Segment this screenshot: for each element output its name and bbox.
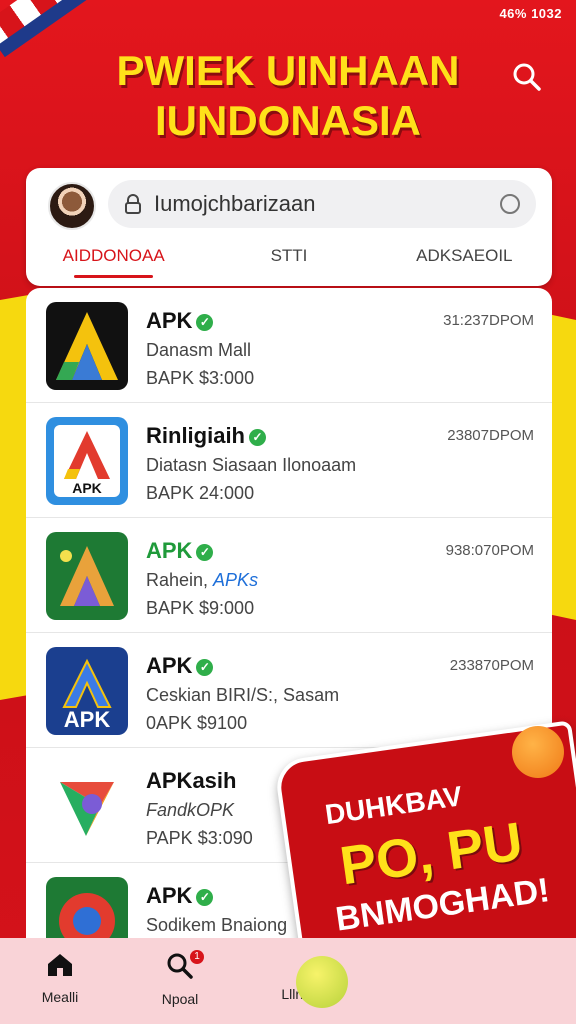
page-title: PWIEK UINHAAN IUNDONASIA — [0, 46, 576, 146]
apk-green-icon — [46, 532, 128, 620]
svg-text:APK: APK — [72, 480, 102, 496]
tab-bar: AIDDONOAA STTI ADKSAEOIL — [26, 238, 552, 284]
search-icon[interactable] — [512, 62, 542, 92]
app-desc: Sodikem Bnaiong — [146, 915, 288, 935]
app-name: APK ✓ — [146, 308, 214, 334]
verified-icon: ✓ — [196, 658, 214, 676]
tab-aiddonoaa[interactable]: AIDDONOAA — [26, 238, 201, 284]
list-item[interactable]: APK ✓ Rahein, APKs BAPK $9:000 938:070POM — [26, 518, 552, 633]
app-desc: Diatasn Siasaan Ilonoaam — [146, 455, 357, 475]
status-bar: 46% 1032 — [499, 6, 562, 21]
list-item[interactable]: APK ✓ Danasm Mall BAPK $3:000 31:237DPOM — [26, 288, 552, 403]
smile-emoji-icon — [512, 726, 564, 778]
verified-icon: ✓ — [196, 543, 214, 561]
search-input-value: Iumojchbarizaan — [154, 191, 316, 216]
list-item[interactable]: APK APK ✓ Ceskian BIRI/S:, Sasam 0APK $91… — [26, 633, 552, 748]
nav-home[interactable]: Mealli — [0, 938, 120, 1024]
app-name: APK ✓ — [146, 883, 214, 909]
app-name: Rinligiaih ✓ — [146, 423, 266, 449]
app-desc: Danasm Mall — [146, 340, 252, 360]
nav-search-label: Npoal — [161, 991, 199, 1007]
verified-icon: ✓ — [196, 888, 214, 906]
app-price: BAPK $9:000 — [146, 598, 255, 618]
app-desc: Rahein, APKs — [146, 570, 259, 590]
search-input[interactable]: Iumojchbarizaan — [108, 180, 536, 228]
bottom-nav: Mealli 1 Npoal Lllrmy — [0, 938, 576, 1024]
app-desc: Ceskian BIRI/S:, Sasam — [146, 685, 340, 705]
avatar[interactable] — [48, 182, 96, 230]
app-date: 938:070POM — [445, 542, 534, 559]
app-name: APK ✓ — [146, 653, 214, 679]
svg-text:APK: APK — [64, 707, 111, 732]
home-icon — [48, 954, 72, 976]
app-price: BAPK $3:000 — [146, 368, 255, 388]
smile-icon — [296, 956, 348, 1008]
nav-home-label: Mealli — [41, 989, 79, 1005]
search-card: Iumojchbarizaan AIDDONOAA STTI ADKSAEOIL — [26, 168, 552, 286]
app-desc: FandkOPK — [146, 800, 235, 820]
nav-search[interactable]: 1 Npoal — [120, 938, 240, 1024]
app-name: APK ✓ — [146, 538, 214, 564]
app-price: PAPK $3:090 — [146, 828, 253, 848]
app-price: BAPK 24:000 — [146, 483, 255, 503]
lock-icon — [125, 194, 141, 214]
title-line-1: PWIEK UINHAAN — [116, 47, 460, 94]
apk-navy-icon: APK — [46, 647, 128, 735]
app-price: 0APK $9100 — [146, 713, 248, 733]
verified-icon: ✓ — [249, 428, 266, 446]
tab-stti[interactable]: STTI — [201, 238, 376, 284]
verified-icon: ✓ — [196, 313, 214, 331]
list-item[interactable]: APK Rinligiaih ✓ Diatasn Siasaan Ilonoaam… — [26, 403, 552, 518]
notification-badge: 1 — [190, 950, 204, 964]
apk-swirl-icon — [46, 762, 128, 850]
app-date: 23807DPOM — [447, 427, 534, 444]
title-line-2: IUNDONASIA — [154, 97, 421, 144]
apk-dark-icon — [46, 302, 128, 390]
app-name: APKasih — [146, 768, 237, 793]
app-date: 31:237DPOM — [443, 312, 534, 329]
mic-icon[interactable] — [500, 194, 520, 214]
tab-adksaeoil[interactable]: ADKSAEOIL — [377, 238, 552, 284]
app-date: 233870POM — [449, 657, 534, 674]
apk-blue-icon: APK — [46, 417, 128, 505]
